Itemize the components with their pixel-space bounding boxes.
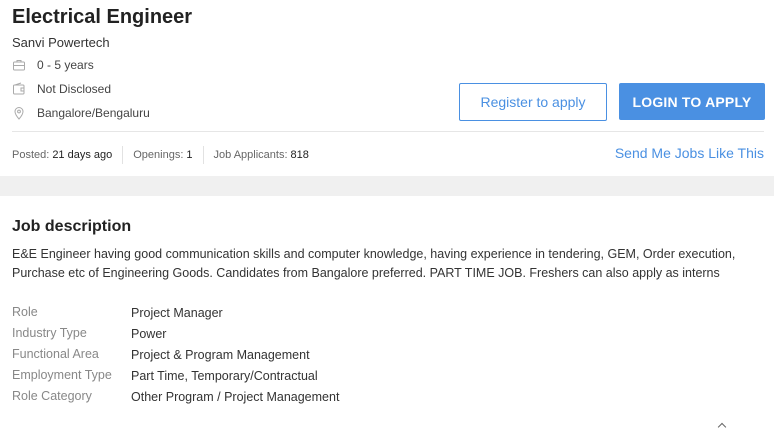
job-stats: Posted: 21 days ago Openings: 1 Job Appl… (12, 146, 309, 164)
posted-label: Posted: (12, 149, 50, 161)
posted-stat: Posted: 21 days ago (12, 149, 112, 161)
send-me-jobs-link[interactable]: Send Me Jobs Like This (615, 145, 764, 161)
wallet-icon (12, 82, 26, 96)
detail-value[interactable]: Project Manager (131, 306, 223, 320)
stat-separator (122, 146, 124, 164)
job-description-heading: Job description (12, 218, 132, 235)
detail-key: Role Category (12, 389, 92, 403)
detail-key: Role (12, 305, 38, 319)
briefcase-icon (12, 58, 26, 72)
detail-key: Industry Type (12, 326, 87, 340)
company-name[interactable]: Sanvi Powertech (12, 35, 110, 50)
detail-key: Functional Area (12, 347, 99, 361)
posted-value: 21 days ago (52, 149, 113, 161)
openings-value: 1 (186, 149, 193, 161)
section-gap (0, 176, 774, 196)
salary-value: Not Disclosed (37, 82, 112, 96)
detail-key: Employment Type (12, 368, 112, 382)
job-description-text: E&E Engineer having good communication s… (12, 247, 736, 280)
location-value[interactable]: Bangalore/Bengaluru (37, 106, 150, 120)
applicants-value: 818 (290, 149, 309, 161)
detail-value[interactable]: Other Program / Project Management (131, 390, 339, 404)
register-to-apply-button[interactable]: Register to apply (459, 83, 607, 121)
stat-separator (202, 146, 204, 164)
experience-row: 0 - 5 years (12, 56, 94, 74)
job-description-card: Job description E&E Engineer having good… (0, 196, 774, 430)
divider (12, 131, 764, 132)
location-row: Bangalore/Bengaluru (12, 104, 150, 122)
location-pin-icon (12, 106, 26, 120)
job-title: Electrical Engineer (12, 6, 193, 28)
experience-value: 0 - 5 years (37, 58, 94, 72)
openings-stat: Openings: 1 (133, 149, 192, 161)
job-header-card: Electrical Engineer Sanvi Powertech 0 - … (0, 0, 774, 176)
detail-value: Part Time, Temporary/Contractual (131, 369, 318, 383)
login-to-apply-button[interactable]: LOGIN TO APPLY (619, 83, 765, 120)
applicants-stat: Job Applicants: 818 (214, 149, 309, 161)
detail-value[interactable]: Power (131, 327, 166, 341)
applicants-label: Job Applicants: (213, 149, 288, 161)
detail-value[interactable]: Project & Program Management (131, 348, 310, 362)
salary-row: Not Disclosed (12, 80, 111, 98)
openings-label: Openings: (133, 149, 184, 161)
